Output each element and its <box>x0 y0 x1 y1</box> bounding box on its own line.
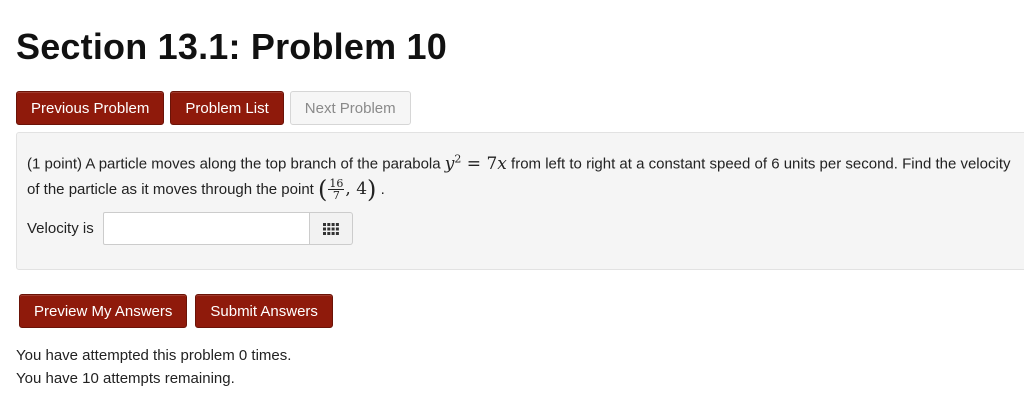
problem-text-part1: A particle moves along the top branch of… <box>85 155 441 173</box>
fraction-denominator: 7 <box>332 188 340 202</box>
attempted-count-text: You have attempted this problem 0 times. <box>16 347 292 364</box>
previous-problem-button[interactable]: Previous Problem <box>16 91 165 125</box>
problem-panel: (1 point) A particle moves along the top… <box>16 132 1024 270</box>
fraction-numerator: 16 <box>328 176 345 190</box>
parabola-equation: y2 = 7x <box>444 152 507 174</box>
answer-actions: Preview My Answers Submit Answers <box>19 294 333 328</box>
velocity-label: Velocity is <box>27 220 94 237</box>
equation-coefficient: 7 <box>486 153 498 174</box>
math-keypad-button[interactable] <box>309 212 353 245</box>
remaining-attempts-text: You have 10 attempts remaining. <box>16 370 235 387</box>
problem-text-end: . <box>380 180 385 198</box>
equation-variable: x <box>497 153 507 174</box>
problem-list-button[interactable]: Problem List <box>170 91 284 125</box>
equation-equals: = <box>466 153 482 174</box>
preview-answers-button[interactable]: Preview My Answers <box>19 294 188 328</box>
velocity-answer-input[interactable] <box>102 212 310 245</box>
equation-lhs: y <box>444 153 455 174</box>
grid-keypad-icon <box>322 222 339 235</box>
page: Section 13.1: Problem 10 Previous Proble… <box>0 0 1024 416</box>
attempt-status: You have attempted this problem 0 times.… <box>16 344 291 390</box>
problem-navigation: Previous Problem Problem List Next Probl… <box>16 91 411 125</box>
problem-points: (1 point) <box>27 155 83 173</box>
problem-statement: (1 point) A particle moves along the top… <box>27 147 1017 202</box>
submit-answers-button[interactable]: Submit Answers <box>195 294 333 328</box>
point-coordinates: (16 7, 4) <box>318 175 377 204</box>
point-x-fraction: 16 7 <box>328 176 345 202</box>
next-problem-button: Next Problem <box>289 91 411 125</box>
point-y-value: 4 <box>356 178 368 199</box>
equation-exponent: 2 <box>454 152 462 165</box>
answer-row: Velocity is <box>27 212 353 245</box>
page-title: Section 13.1: Problem 10 <box>16 26 447 67</box>
